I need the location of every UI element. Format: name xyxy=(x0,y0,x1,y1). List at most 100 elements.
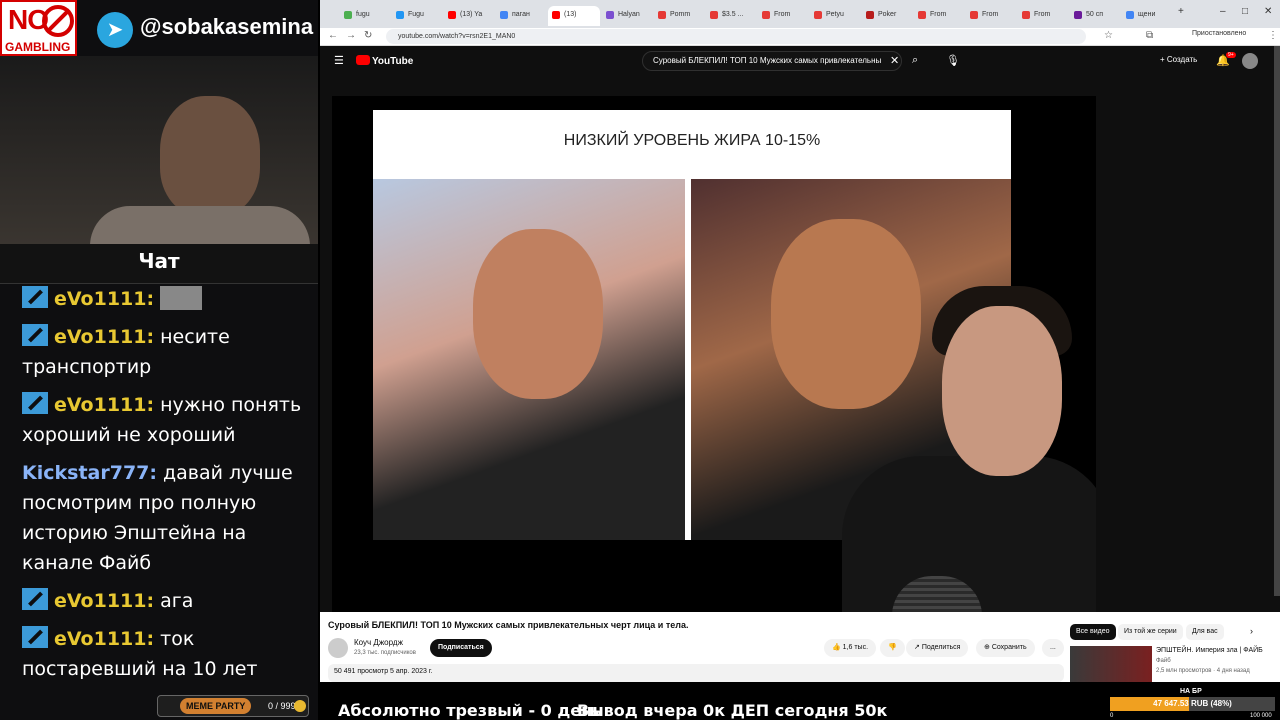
share-button[interactable]: ↗ Поделиться xyxy=(906,639,969,657)
tab-strip: fugu Fugu (13) Ya паган (13) Halyan Pomm… xyxy=(320,0,1280,28)
chat-username: eVo1111: xyxy=(54,326,155,348)
browser-tab[interactable]: Pomm xyxy=(654,6,704,26)
chat-username: eVo1111: xyxy=(54,628,155,650)
stream-bottom-bar: Абсолютно трезвый - 0 день Вывод вчера 0… xyxy=(320,682,1280,720)
browser-tab[interactable]: (13) Ya xyxy=(444,6,494,26)
stream-overlay-panel: NO GAMBLING ➤ @sobakasemina Чат eVo1111:… xyxy=(0,0,318,720)
progress-title: НА БР xyxy=(1180,688,1202,695)
dislike-button[interactable]: 👎 xyxy=(880,639,905,657)
chat-username: Kickstar777: xyxy=(22,462,157,484)
more-actions-button[interactable]: ... xyxy=(1042,639,1064,657)
progress-min: 0 xyxy=(1110,713,1114,719)
rec-title: ЭПШТЕЙН. Империя зла | ФАЙБ xyxy=(1156,647,1263,654)
hamburger-menu-icon[interactable]: ☰ xyxy=(334,54,344,67)
bookmark-star-icon[interactable]: ☆ xyxy=(1104,30,1113,41)
browser-tab[interactable]: From xyxy=(914,6,964,26)
chat-message: eVo1111: несите транспортир xyxy=(22,322,312,382)
browser-tab[interactable]: Petyu xyxy=(810,6,860,26)
channel-name[interactable]: Коуч Джордж xyxy=(354,638,403,647)
create-label: Создать xyxy=(1166,55,1198,64)
new-tab-icon[interactable]: + xyxy=(1178,6,1184,17)
extensions-icon[interactable]: ⧉ xyxy=(1146,30,1153,41)
chat-username: eVo1111: xyxy=(54,394,155,416)
chat-username: eVo1111: xyxy=(54,590,155,612)
progress-max: 100 000 xyxy=(1250,713,1272,719)
hammer-badge-icon xyxy=(22,286,48,308)
prohibited-icon xyxy=(42,5,74,37)
browser-tab[interactable]: From xyxy=(758,6,808,26)
rec-channel: Файб xyxy=(1156,658,1171,664)
chat-message: Kickstar777: давай лучше посмотрим про п… xyxy=(22,458,312,578)
clear-search-icon[interactable]: ✕ xyxy=(890,54,899,67)
hammer-badge-icon xyxy=(22,324,48,346)
browser-tab[interactable]: Poker xyxy=(862,6,912,26)
browser-tab[interactable]: Halyan xyxy=(602,6,652,26)
browser-tab[interactable]: 50 сп xyxy=(1070,6,1120,26)
chat-text: ага xyxy=(154,590,194,612)
rec-meta: 2,5 млн просмотров · 4 дня назад xyxy=(1156,668,1250,674)
emote-image xyxy=(160,286,203,310)
no-gambling-logo: NO GAMBLING xyxy=(0,0,77,56)
subscriber-count: 23,3 тыс. подписчиков xyxy=(354,650,416,656)
chevron-right-icon[interactable]: › xyxy=(1250,626,1253,636)
hammer-badge-icon xyxy=(22,588,48,610)
reload-icon[interactable]: ↻ xyxy=(364,30,372,41)
browser-tab[interactable]: Fugu xyxy=(392,6,442,26)
chip-for-you[interactable]: Для вас xyxy=(1186,624,1224,640)
create-button[interactable]: + Создать xyxy=(1160,55,1197,64)
close-icon[interactable]: ✕ xyxy=(1264,6,1272,17)
youtube-logo-text: YouTube xyxy=(372,56,414,67)
like-button[interactable]: 👍 1,6 тыс. xyxy=(824,639,877,657)
subscribe-button[interactable]: Подписаться xyxy=(430,639,492,657)
avatar[interactable] xyxy=(1242,53,1258,69)
chat-messages: eVo1111: eVo1111: несите транспортир eVo… xyxy=(22,284,312,692)
logo-gambling: GAMBLING xyxy=(5,40,71,54)
browser-tab[interactable]: $3.5 ... xyxy=(706,6,756,26)
meme-count: 0 / 999 xyxy=(268,701,296,711)
browser-tab[interactable]: fugu xyxy=(340,6,390,26)
browser-window: fugu Fugu (13) Ya паган (13) Halyan Pomm… xyxy=(320,0,1280,682)
address-bar-row: ← → ↻ youtube.com/watch?v=rsn2E1_MAN0 ☆ … xyxy=(320,28,1280,46)
forward-icon[interactable]: → xyxy=(346,30,356,41)
browser-tab[interactable]: From xyxy=(966,6,1016,26)
maximize-icon[interactable]: □ xyxy=(1242,6,1248,17)
chip-all[interactable]: Все видео xyxy=(1070,624,1116,640)
profile-status[interactable]: Приостановлено xyxy=(1192,30,1246,37)
telegram-handle: @sobakasemina xyxy=(140,14,314,39)
share-label: Поделиться xyxy=(921,644,961,651)
views-date: 50 491 просмотр 5 апр. 2023 г. xyxy=(334,668,433,675)
save-label: Сохранить xyxy=(991,644,1027,651)
channel-avatar[interactable] xyxy=(328,638,348,658)
coin-icon xyxy=(294,700,306,712)
video-player[interactable]: НИЗКИЙ УРОВЕНЬ ЖИРА 10-15% xyxy=(332,96,1096,612)
scrollbar[interactable] xyxy=(1274,46,1280,596)
play-logo-icon xyxy=(356,55,370,65)
menu-icon[interactable]: ⋮ xyxy=(1268,30,1278,41)
goal-progress-bar: 47 647.53 RUB (48%) xyxy=(1110,697,1275,711)
chip-series[interactable]: Из той же серии xyxy=(1118,624,1183,640)
photo-left xyxy=(373,179,685,540)
search-icon[interactable]: ⌕ xyxy=(912,54,918,67)
minimize-icon[interactable]: – xyxy=(1220,6,1226,17)
meme-party-label: MEME PARTY xyxy=(180,698,252,714)
url-field[interactable]: youtube.com/watch?v=rsn2E1_MAN0 xyxy=(386,29,1086,44)
browser-tab-active[interactable]: (13) xyxy=(548,6,600,26)
youtube-header: ☰ YouTube Суровый БЛЕКПИЛ! ТОП 10 Мужски… xyxy=(320,46,1280,76)
browser-tab[interactable]: From xyxy=(1018,6,1068,26)
browser-tab[interactable]: паган xyxy=(496,6,546,26)
recommended-thumbnail[interactable] xyxy=(1070,646,1152,682)
browser-tab[interactable]: щени xyxy=(1122,6,1172,26)
video-info: Суровый БЛЕКПИЛ! ТОП 10 Мужских самых пр… xyxy=(320,612,1280,682)
withdraw-deposit-text: Вывод вчера 0к ДЕП сегодня 50к xyxy=(577,701,888,720)
video-title: Суровый БЛЕКПИЛ! ТОП 10 Мужских самых пр… xyxy=(328,620,689,630)
chat-username: eVo1111: xyxy=(54,288,155,310)
video-description[interactable]: 50 491 просмотр 5 апр. 2023 г. xyxy=(328,664,1064,682)
streamer-overlay-cam xyxy=(832,256,1096,612)
save-button[interactable]: ⊕ Сохранить xyxy=(976,639,1035,657)
back-icon[interactable]: ← xyxy=(328,30,338,41)
search-input[interactable]: Суровый БЛЕКПИЛ! ТОП 10 Мужских самых пр… xyxy=(642,51,902,71)
meme-party-widget: MEME PARTY 0 / 999 xyxy=(157,695,309,717)
recommended-video[interactable]: ЭПШТЕЙН. Империя зла | ФАЙБ Файб 2,5 млн… xyxy=(1156,646,1266,676)
youtube-logo[interactable]: YouTube xyxy=(356,55,413,67)
microphone-icon[interactable]: 🎙 xyxy=(946,54,960,67)
